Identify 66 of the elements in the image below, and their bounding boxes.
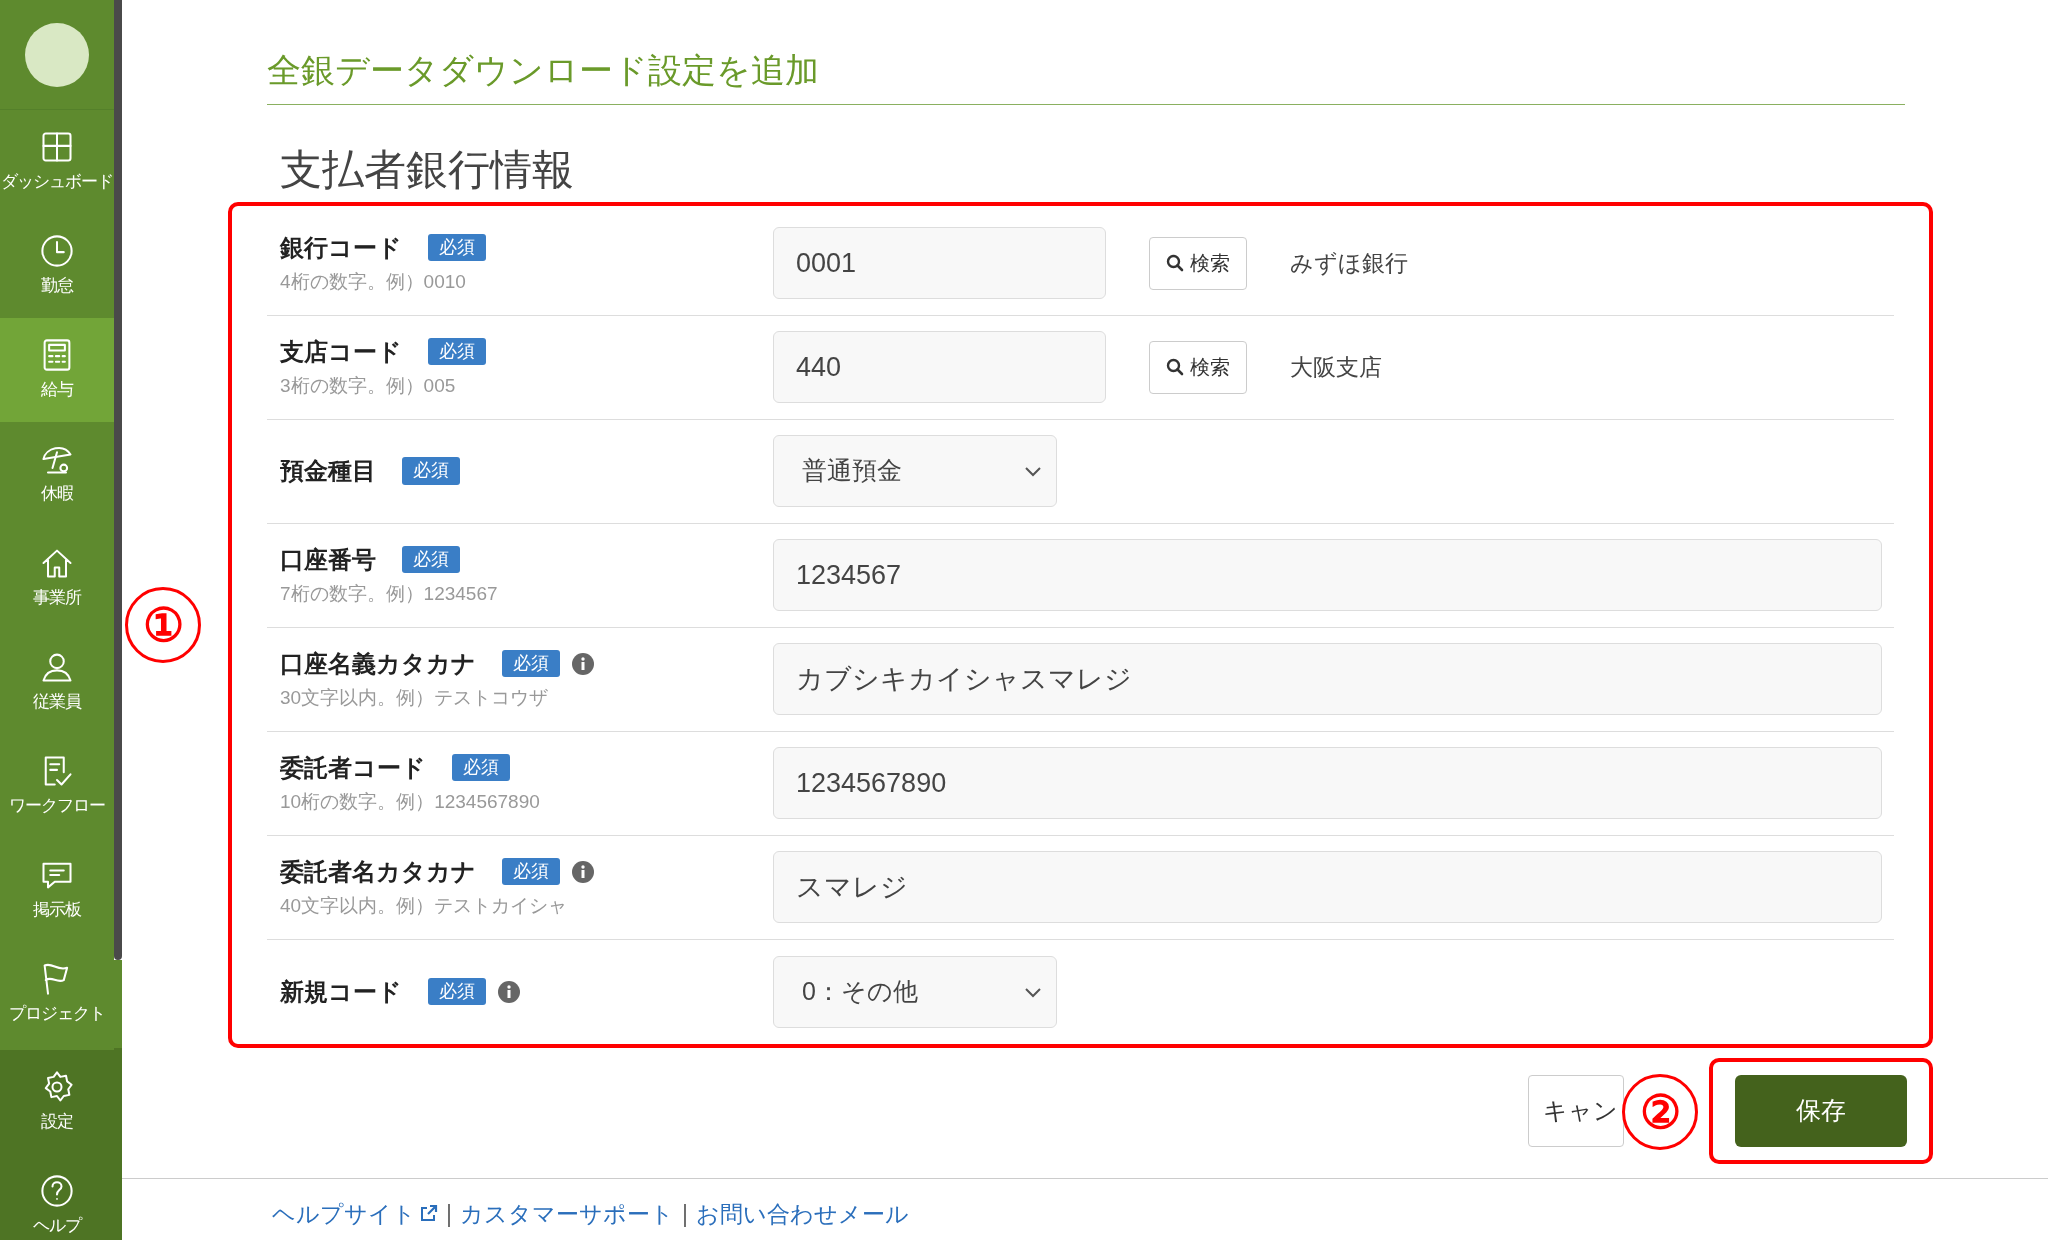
sidebar-item[interactable]: 掲示板 xyxy=(0,838,114,942)
sidebar-item[interactable]: 事業所 xyxy=(0,526,114,630)
sidebar-item[interactable]: 従業員 xyxy=(0,630,114,734)
field-hint: 30文字以内。例）テストコウザ xyxy=(280,685,550,710)
footer-link[interactable]: カスタマーサポート xyxy=(460,1196,674,1232)
field-label: 口座名義カタカナ xyxy=(280,648,476,679)
required-badge: 必須 xyxy=(402,457,460,485)
search-button[interactable]: 検索 xyxy=(1149,340,1247,394)
field-label: 支店コード xyxy=(280,336,402,367)
field-hint: 7桁の数字。例）1234567 xyxy=(280,581,499,606)
required-badge: 必須 xyxy=(428,978,486,1006)
input-field[interactable]: 1234567 xyxy=(773,539,1882,612)
section-title: 支払者銀行情報 xyxy=(279,145,575,196)
page-title: 全銀データダウンロード設定を追加 xyxy=(267,48,1905,106)
sidebar-item[interactable]: 休暇 xyxy=(0,422,114,526)
separator: | xyxy=(446,1199,452,1229)
dropdown[interactable]: 普通預金 xyxy=(773,435,1057,508)
required-badge: 必須 xyxy=(402,546,460,574)
annotation-number: ② xyxy=(1622,1074,1698,1150)
required-badge: 必須 xyxy=(502,858,560,886)
info-icon[interactable] xyxy=(572,860,594,883)
separator: | xyxy=(682,1199,688,1229)
search-icon xyxy=(1166,358,1184,377)
sidebar-item[interactable]: ワークフロー xyxy=(0,734,114,838)
footer-link[interactable]: お問い合わせメール xyxy=(695,1196,909,1232)
field-label: 新規コード xyxy=(280,976,402,1007)
field-label: 預金種目 xyxy=(280,456,376,487)
field-label: 委託者名カタカナ xyxy=(280,856,476,887)
search-button[interactable]: 検索 xyxy=(1149,236,1247,290)
required-badge: 必須 xyxy=(452,754,510,782)
field-label: 委託者コード xyxy=(280,752,426,783)
sidebar-item[interactable]: プロジェクト xyxy=(0,942,114,1046)
field-label: 銀行コード xyxy=(280,232,402,263)
dropdown[interactable]: 0：その他 xyxy=(773,955,1057,1028)
help-icon xyxy=(39,1173,75,1210)
info-icon[interactable] xyxy=(498,980,520,1003)
sidebar-item[interactable]: ヘルプ xyxy=(0,1154,114,1240)
info-icon[interactable] xyxy=(572,652,594,675)
chevron-icon xyxy=(1024,465,1042,478)
input-field[interactable]: 1234567890 xyxy=(773,747,1882,820)
input-field[interactable]: スマレジ xyxy=(773,851,1882,924)
scrollbar[interactable] xyxy=(114,0,122,960)
sidebar-item[interactable]: 設定 xyxy=(0,1050,114,1154)
save-button[interactable]: 保存 xyxy=(1735,1074,1907,1147)
field-label: 口座番号 xyxy=(280,544,376,575)
required-badge: 必須 xyxy=(502,650,560,678)
sidebar-item[interactable]: 給与 xyxy=(0,318,114,422)
cancel-button[interactable]: キャン xyxy=(1528,1074,1624,1147)
field-hint: 3桁の数字。例）005 xyxy=(280,373,457,398)
field-hint: 4桁の数字。例）0010 xyxy=(280,269,467,294)
field-hint: 10桁の数字。例）1234567890 xyxy=(280,789,541,814)
chevron-icon xyxy=(1024,985,1042,998)
sidebar-item[interactable]: ダッシュボード xyxy=(0,110,114,214)
search-icon xyxy=(1166,254,1184,273)
footer-link[interactable]: ヘルプサイト xyxy=(272,1196,438,1232)
input-field[interactable]: 440 xyxy=(773,331,1106,404)
input-field[interactable]: 0001 xyxy=(773,227,1106,300)
sidebar-item[interactable]: 勤怠 xyxy=(0,214,114,318)
lookup-result: 大阪支店 xyxy=(1290,352,1382,382)
annotation-number: ① xyxy=(125,587,201,663)
clock-icon xyxy=(39,233,75,270)
input-field[interactable]: カブシキカイシャスマレジ xyxy=(773,643,1882,716)
required-badge: 必須 xyxy=(428,234,486,262)
lookup-result: みずほ銀行 xyxy=(1290,248,1408,278)
required-badge: 必須 xyxy=(428,338,486,366)
field-hint: 40文字以内。例）テストカイシャ xyxy=(280,893,569,918)
